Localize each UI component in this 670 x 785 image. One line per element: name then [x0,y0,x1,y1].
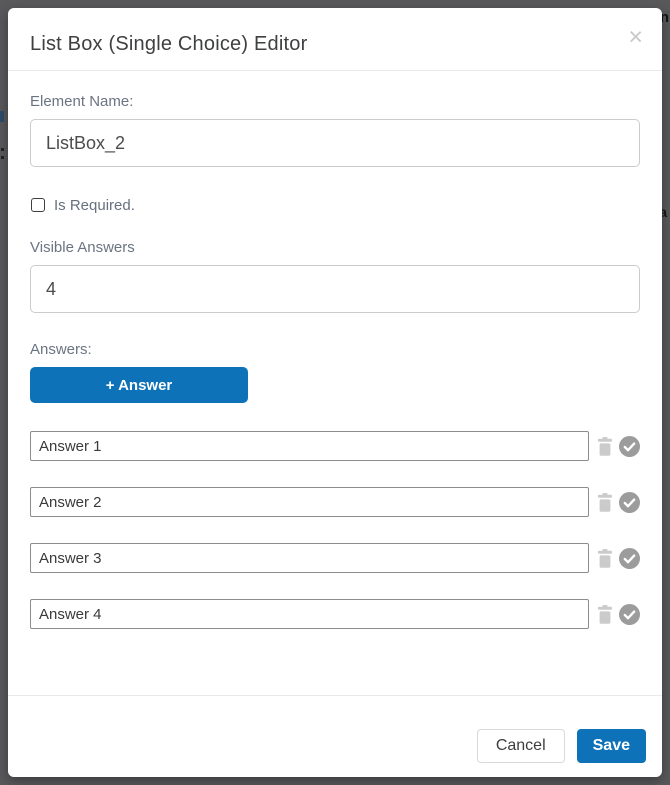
element-name-label: Element Name: [30,93,640,111]
delete-answer-button[interactable] [597,493,613,512]
is-required-checkbox[interactable] [31,198,45,212]
check-circle-icon [619,436,640,457]
screen: in a List Box (Single Choice) Editor × E… [0,0,670,785]
trash-icon [597,605,613,624]
check-circle-icon [619,548,640,569]
trash-icon [597,493,613,512]
cancel-button[interactable]: Cancel [477,729,565,763]
trash-icon [597,549,613,568]
delete-answer-button[interactable] [597,549,613,568]
visible-answers-input[interactable] [30,265,640,313]
backdrop-fragment [1,148,4,151]
close-button[interactable]: × [628,25,643,50]
answer-input-4[interactable] [30,599,589,629]
dialog-body: Element Name: Is Required. Visible Answe… [8,93,662,629]
confirm-answer-button[interactable] [619,548,640,569]
answer-input-3[interactable] [30,543,589,573]
check-circle-icon [619,604,640,625]
close-icon: × [628,23,643,51]
save-button[interactable]: Save [577,729,646,763]
confirm-answer-button[interactable] [619,492,640,513]
answer-input-1[interactable] [30,431,589,461]
backdrop-fragment [1,156,4,159]
check-circle-icon [619,492,640,513]
element-name-input[interactable] [30,119,640,167]
is-required-label: Is Required. [54,197,135,214]
answer-row [30,431,640,461]
delete-answer-button[interactable] [597,605,613,624]
is-required-row: Is Required. [30,195,640,215]
answer-input-2[interactable] [30,487,589,517]
add-answer-button[interactable]: + Answer [30,367,248,403]
answer-row [30,599,640,629]
confirm-answer-button[interactable] [619,604,640,625]
listbox-editor-dialog: List Box (Single Choice) Editor × Elemen… [8,8,662,777]
answers-label: Answers: [30,341,640,359]
dialog-header: List Box (Single Choice) Editor × [8,8,662,71]
delete-answer-button[interactable] [597,437,613,456]
backdrop-fragment [0,111,4,122]
answer-row [30,487,640,517]
visible-answers-label: Visible Answers [30,239,640,257]
answer-row [30,543,640,573]
trash-icon [597,437,613,456]
dialog-footer: Cancel Save [8,695,662,777]
confirm-answer-button[interactable] [619,436,640,457]
dialog-title: List Box (Single Choice) Editor [30,33,640,55]
